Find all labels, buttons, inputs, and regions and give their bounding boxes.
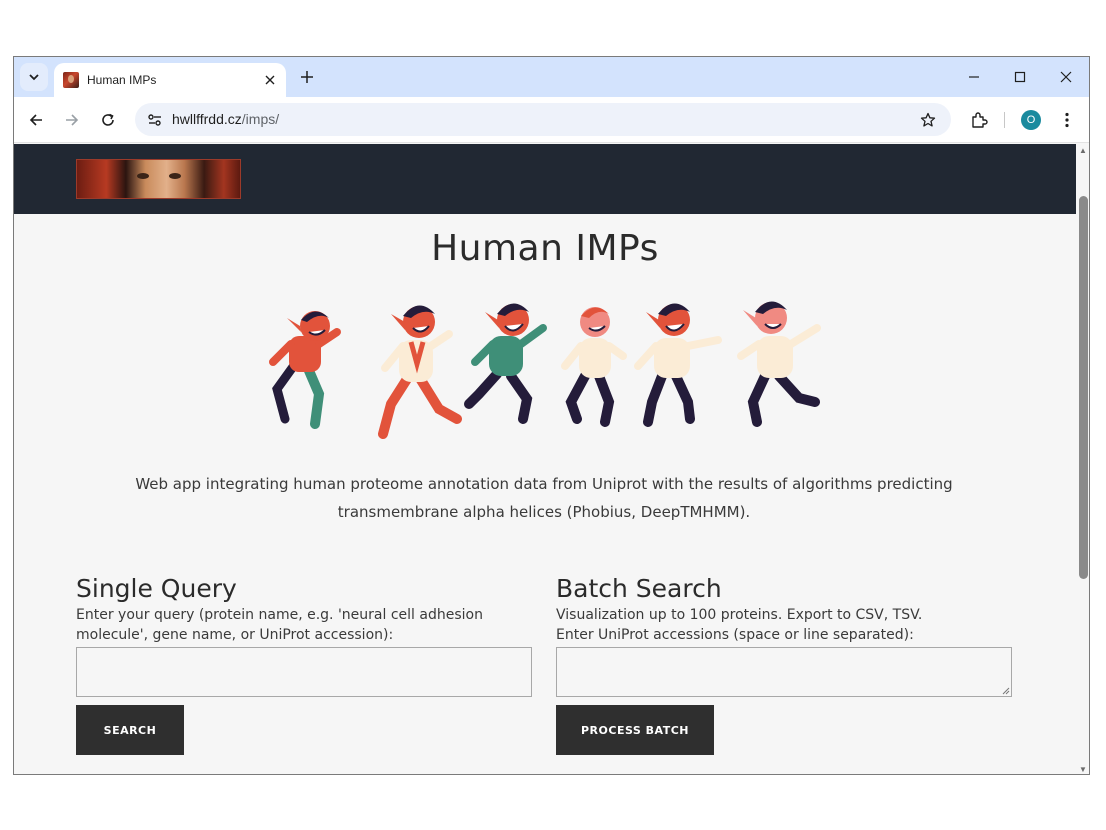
profile-avatar[interactable]: O: [1021, 110, 1041, 130]
logo-eye-left: [137, 173, 149, 179]
site-header: [14, 144, 1076, 214]
logo-eye-right: [169, 173, 181, 179]
scroll-up-icon[interactable]: ▲: [1079, 146, 1087, 155]
toolbar-divider: [1004, 112, 1005, 128]
imp-4: [561, 307, 627, 427]
url-text: hwllffrdd.cz/imps/: [172, 111, 279, 127]
imps-illustration: [269, 301, 821, 439]
intro-line-2: transmembrane alpha helices (Phobius, De…: [337, 503, 751, 521]
page-scrollbar[interactable]: ▲ ▼: [1076, 144, 1089, 774]
imp-3: [464, 303, 547, 424]
browser-toolbar: hwllffrdd.cz/imps/ O: [14, 97, 1089, 143]
url-host: hwllffrdd.cz: [172, 111, 242, 127]
batch-search-textarea[interactable]: [556, 647, 1012, 697]
window-close-icon[interactable]: [1043, 57, 1089, 97]
maximize-icon[interactable]: [997, 57, 1043, 97]
process-batch-button[interactable]: PROCESS BATCH: [556, 705, 714, 755]
batch-search-heading: Batch Search: [556, 574, 722, 603]
imp-2: [378, 305, 462, 439]
imp-5: [634, 303, 722, 427]
intro-text: Web app integrating human proteome annot…: [114, 470, 974, 526]
window-controls: [951, 57, 1089, 97]
extensions-icon[interactable]: [967, 108, 991, 132]
single-query-input[interactable]: [76, 647, 532, 697]
tab-search-icon[interactable]: [20, 63, 48, 91]
single-query-section: Single Query Enter your query (protein n…: [76, 574, 532, 755]
plus-icon[interactable]: [295, 65, 319, 89]
imp-6: [737, 301, 821, 427]
batch-search-instructions: Enter UniProt accessions (space or line …: [556, 627, 914, 643]
reload-icon[interactable]: [96, 108, 120, 132]
single-query-description: Enter your query (protein name, e.g. 'ne…: [76, 607, 483, 643]
search-button[interactable]: SEARCH: [76, 705, 184, 755]
scroll-down-icon[interactable]: ▼: [1079, 765, 1087, 774]
site-logo[interactable]: [76, 159, 241, 199]
batch-search-section: Batch Search Visualization up to 100 pro…: [556, 574, 1012, 755]
imp-1: [269, 311, 341, 429]
tab-strip: Human IMPs: [14, 57, 1089, 97]
intro-line-1: Web app integrating human proteome annot…: [135, 475, 953, 493]
tab-human-imps[interactable]: Human IMPs: [54, 63, 286, 97]
url-path: /imps/: [241, 111, 280, 127]
single-query-heading: Single Query: [76, 574, 237, 603]
resize-grip-icon[interactable]: [1002, 687, 1010, 695]
page-title: Human IMPs: [431, 228, 659, 269]
tab-title: Human IMPs: [87, 73, 157, 87]
scrollbar-thumb[interactable]: [1079, 196, 1088, 579]
minimize-icon[interactable]: [951, 57, 997, 97]
page-viewport: Human IMPs Web app integrating human pro…: [14, 144, 1076, 774]
address-bar[interactable]: hwllffrdd.cz/imps/: [135, 103, 951, 136]
close-icon[interactable]: [260, 70, 280, 90]
star-icon[interactable]: [917, 109, 939, 131]
favicon-icon: [63, 72, 79, 88]
batch-search-limit-text: Visualization up to 100 proteins. Export…: [556, 607, 923, 623]
back-arrow-icon[interactable]: [24, 108, 48, 132]
site-info-icon[interactable]: [143, 108, 167, 132]
forward-arrow-icon[interactable]: [60, 108, 84, 132]
kebab-menu-icon[interactable]: [1057, 108, 1077, 132]
browser-window: Human IMPs hwllffrdd.cz/imps/ O Human IM…: [13, 56, 1090, 775]
